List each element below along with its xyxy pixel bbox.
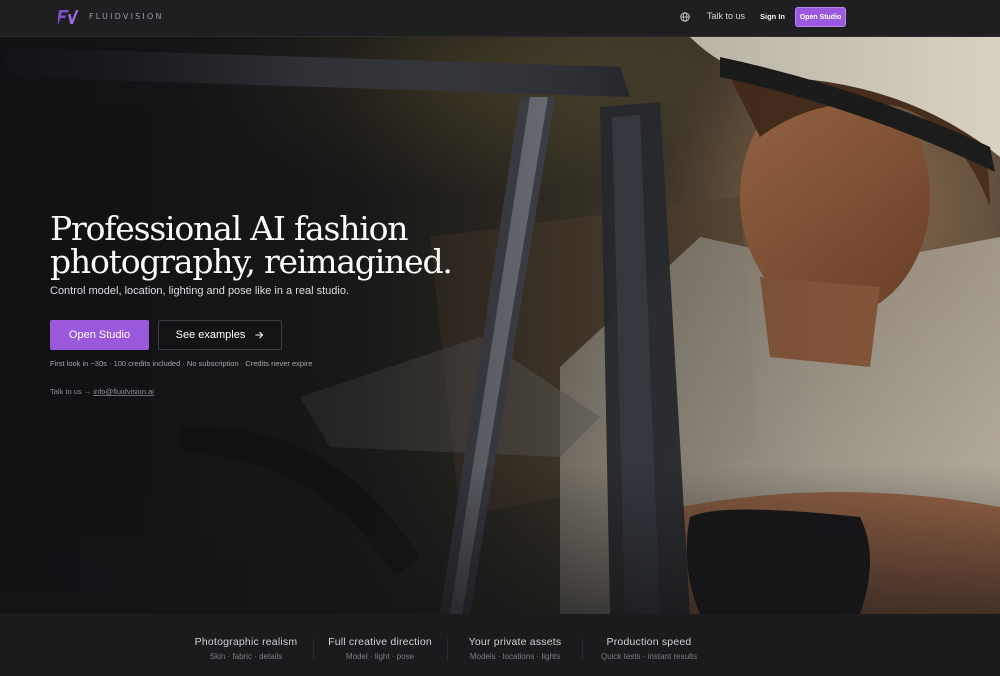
globe-icon[interactable]: [680, 12, 690, 22]
feature-subtitle: Models · locations · lights: [469, 652, 561, 661]
offer-fineprint: First look in ~30s · 100 credits include…: [50, 359, 313, 368]
feature-title: Your private assets: [468, 636, 562, 648]
contact-label: Talk to us →: [50, 387, 92, 396]
feature-photographic-realism: Photographic realism Skin · fabric · det…: [184, 636, 308, 661]
arrow-right-icon: [255, 331, 264, 339]
feature-divider: [582, 638, 583, 660]
feature-title: Production speed: [606, 636, 692, 648]
open-studio-button[interactable]: Open Studio: [50, 320, 149, 350]
see-examples-button-label: See examples: [175, 329, 246, 341]
contact-email-link[interactable]: info@fluidvision.ai: [93, 387, 154, 396]
hero-title: Professional AI fashion photography, rei…: [50, 209, 453, 281]
feature-production-speed: Production speed Quick tests · instant r…: [589, 636, 709, 661]
feature-private-assets: Your private assets Models · locations ·…: [454, 636, 576, 661]
feature-title: Full creative direction: [328, 636, 432, 648]
fv-logo-icon[interactable]: [58, 9, 78, 25]
feature-subtitle: Model · light · pose: [345, 652, 415, 661]
hero-subtitle: Control model, location, lighting and po…: [50, 285, 350, 297]
feature-creative-direction: Full creative direction Model · light · …: [318, 636, 442, 661]
features-strip: Photographic realism Skin · fabric · det…: [0, 614, 1000, 676]
open-studio-button-label: Open Studio: [68, 329, 131, 341]
feature-divider: [313, 638, 314, 660]
top-nav: FLUIDVISION Talk to us Sign In Open Stud…: [0, 0, 1000, 37]
header-open-studio-button[interactable]: Open Studio: [795, 7, 846, 27]
nav-talk-to-us-link[interactable]: Talk to us: [707, 11, 745, 21]
hero-section: Professional AI fashion photography, rei…: [0, 37, 1000, 614]
feature-subtitle: Skin · fabric · details: [209, 652, 283, 661]
sign-in-link[interactable]: Sign In: [760, 12, 785, 21]
contact-line: Talk to us → info@fluidvision.ai: [50, 387, 154, 396]
see-examples-button[interactable]: See examples: [158, 320, 282, 350]
brand-name: FLUIDVISION: [89, 12, 164, 21]
feature-title: Photographic realism: [194, 636, 298, 648]
feature-subtitle: Quick tests · instant results: [600, 652, 698, 661]
feature-divider: [447, 638, 448, 660]
